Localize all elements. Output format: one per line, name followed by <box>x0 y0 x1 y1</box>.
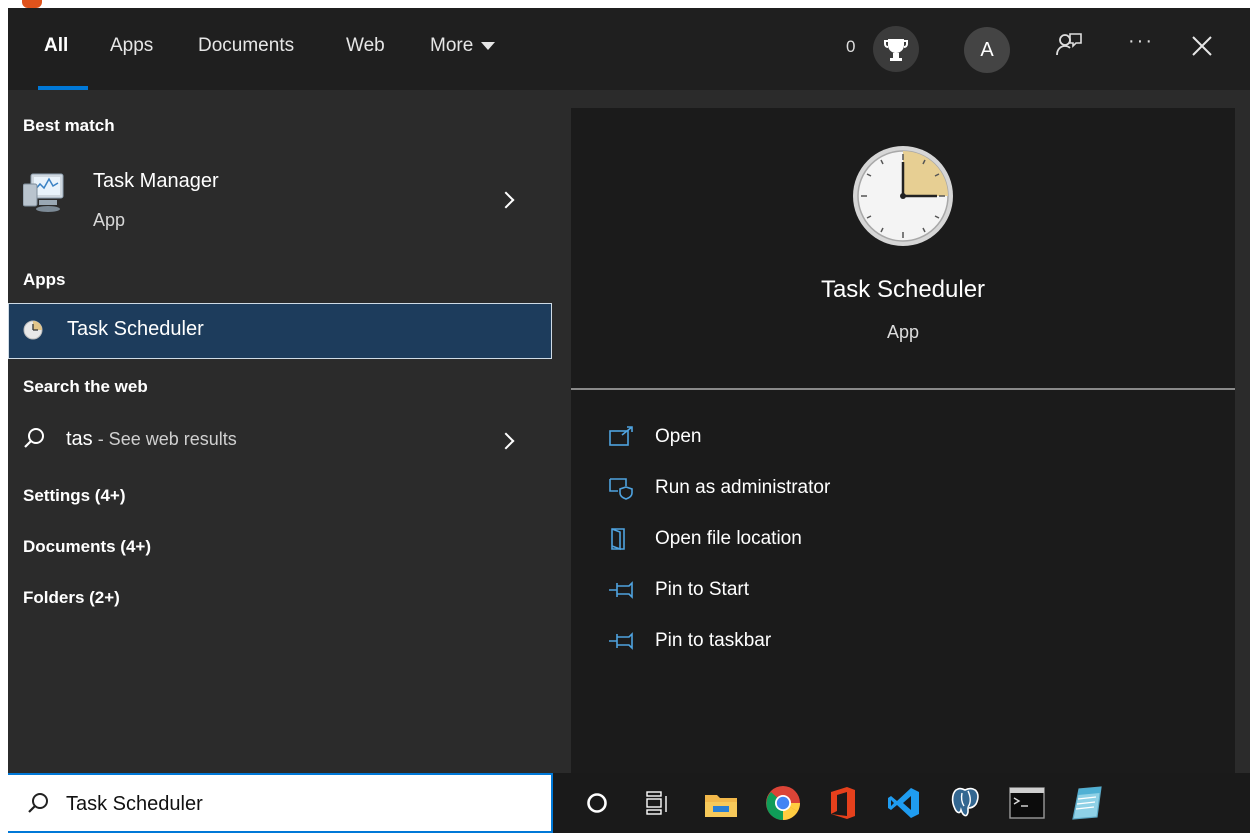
chevron-right-icon[interactable] <box>497 191 515 209</box>
tab-web[interactable]: Web <box>346 35 385 57</box>
category-settings[interactable]: Settings (4+) <box>23 486 126 506</box>
section-best-match: Best match <box>23 116 115 135</box>
tab-documents[interactable]: Documents <box>198 35 294 57</box>
preview-divider <box>571 388 1235 390</box>
pin-icon <box>609 632 633 650</box>
action-run-as-admin[interactable]: Run as administrator <box>607 473 830 503</box>
result-task-scheduler[interactable]: Task Scheduler <box>8 303 552 359</box>
terminal-icon[interactable] <box>1009 787 1045 824</box>
cortana-icon[interactable] <box>585 791 609 820</box>
tab-apps[interactable]: Apps <box>110 35 153 57</box>
action-pin-to-taskbar[interactable]: Pin to taskbar <box>607 626 771 656</box>
task-scheduler-title: Task Scheduler <box>67 318 204 340</box>
background-window-edge <box>22 0 42 8</box>
tab-all[interactable]: All <box>44 35 68 57</box>
taskbar <box>553 773 1250 833</box>
search-icon <box>22 426 46 455</box>
results-list: Best match Task Manager App Apps Task Sc… <box>8 90 553 773</box>
preview-subtitle: App <box>886 322 920 342</box>
search-panel: All Apps Documents Web More 0 A ··· Best… <box>8 8 1250 833</box>
category-folders[interactable]: Folders (2+) <box>23 588 120 608</box>
task-scheduler-icon <box>23 320 43 345</box>
action-open-file-location-label: Open file location <box>655 528 802 549</box>
rewards-points: 0 <box>846 37 856 56</box>
tab-more-label: More <box>430 35 474 56</box>
task-scheduler-large-icon <box>851 144 955 253</box>
action-pin-to-taskbar-label: Pin to taskbar <box>655 630 772 651</box>
action-run-as-admin-label: Run as administrator <box>655 477 831 498</box>
search-input[interactable]: Task Scheduler <box>66 793 203 816</box>
preview-pane: Task Scheduler App Open Run as administr… <box>553 90 1250 773</box>
task-view-icon[interactable] <box>645 790 671 821</box>
category-documents[interactable]: Documents (4+) <box>23 537 151 557</box>
trophy-icon[interactable] <box>873 26 919 72</box>
web-suffix: - See web results <box>92 429 237 449</box>
chevron-right-icon[interactable] <box>497 432 515 450</box>
search-scope-bar: All Apps Documents Web More 0 A ··· <box>8 8 1250 90</box>
run-as-admin-icon <box>609 478 633 500</box>
chrome-icon[interactable] <box>765 785 801 826</box>
feedback-icon[interactable] <box>1054 30 1084 65</box>
preview-card: Task Scheduler App Open Run as administr… <box>571 108 1235 773</box>
notepad-icon[interactable] <box>1071 785 1105 826</box>
file-explorer-icon[interactable] <box>703 789 739 824</box>
web-result-text: tas - See web results <box>66 428 237 451</box>
action-open-file-location[interactable]: Open file location <box>607 524 802 554</box>
task-manager-subtitle: App <box>93 210 126 230</box>
file-location-icon <box>611 528 625 551</box>
avatar[interactable]: A <box>964 27 1010 73</box>
action-pin-to-start[interactable]: Pin to Start <box>607 575 749 605</box>
action-open[interactable]: Open <box>607 422 701 452</box>
action-open-label: Open <box>655 426 702 447</box>
ellipsis-icon[interactable]: ··· <box>1128 30 1154 53</box>
vscode-icon[interactable] <box>887 786 921 825</box>
task-manager-title: Task Manager <box>93 170 219 192</box>
caret-down-icon <box>481 41 496 50</box>
preview-title: Task Scheduler <box>820 276 986 303</box>
search-icon <box>26 791 50 820</box>
search-box[interactable]: Task Scheduler <box>8 773 553 833</box>
office-icon[interactable] <box>827 786 857 825</box>
action-pin-to-start-label: Pin to Start <box>655 579 749 600</box>
task-manager-icon <box>22 170 69 219</box>
open-icon <box>609 426 633 446</box>
close-icon[interactable] <box>1190 34 1214 63</box>
pin-icon <box>609 581 633 599</box>
section-apps: Apps <box>23 270 66 289</box>
section-search-web: Search the web <box>23 377 148 396</box>
web-query: tas <box>66 428 93 450</box>
postgresql-icon[interactable] <box>948 783 988 828</box>
tab-more[interactable]: More <box>430 35 496 57</box>
